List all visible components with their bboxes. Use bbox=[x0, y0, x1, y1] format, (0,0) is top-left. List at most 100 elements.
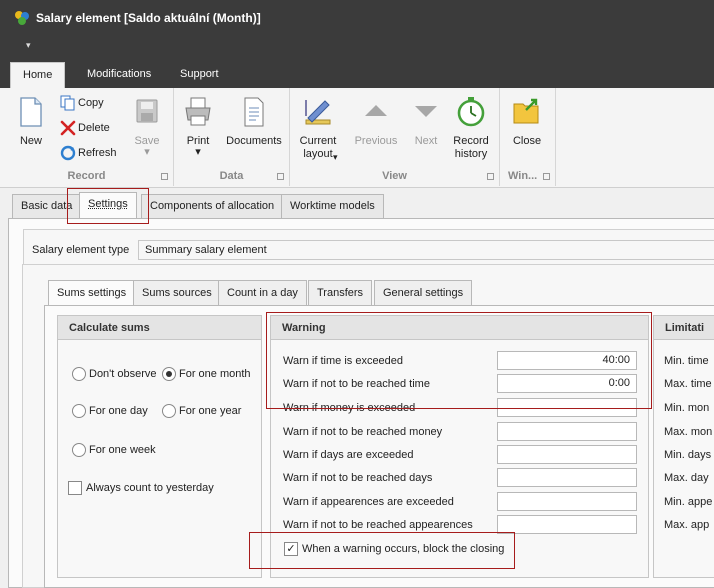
tab-transfers[interactable]: Transfers bbox=[308, 280, 373, 306]
ribbon-tab-modifications[interactable]: Modifications bbox=[75, 62, 163, 88]
window-title: Salary element [Saldo aktuální (Month)] bbox=[36, 11, 261, 25]
ribbon-group-data: Print ▾ Documents Data bbox=[174, 88, 290, 186]
radio-for-one-month[interactable]: For one month bbox=[162, 366, 251, 382]
folder-exit-icon bbox=[513, 98, 539, 124]
printer-icon bbox=[185, 97, 211, 126]
quick-access-dropdown-icon[interactable]: ▾ bbox=[26, 40, 31, 51]
record-group-launcher-icon[interactable] bbox=[161, 173, 168, 180]
ribbon-tab-bar: Home Modifications Support bbox=[0, 56, 714, 88]
ribbon-group-window: Close Win... bbox=[500, 88, 556, 186]
limit-label: Max. day bbox=[664, 472, 709, 484]
radio-circle-icon bbox=[162, 404, 176, 419]
warn-money-exceeded-input[interactable] bbox=[497, 398, 637, 417]
limit-label: Min. mon bbox=[664, 402, 710, 414]
delete-button[interactable]: Delete bbox=[60, 119, 110, 137]
tab-count-in-a-day[interactable]: Count in a day bbox=[218, 280, 307, 306]
title-bar: Salary element [Saldo aktuální (Month)] bbox=[0, 0, 714, 34]
save-button[interactable]: Save ▾ bbox=[128, 92, 166, 159]
checkmark-icon: ✓ bbox=[284, 542, 298, 557]
save-disk-icon bbox=[136, 99, 158, 123]
copy-button[interactable]: Copy bbox=[60, 94, 104, 112]
main-tab-bar: Basic data Settings Components of alloca… bbox=[0, 192, 714, 218]
ribbon-group-view: Current layout ▾ Previous Next Record hi… bbox=[290, 88, 500, 186]
current-layout-dropdown-icon: ▾ bbox=[333, 152, 338, 162]
view-group-launcher-icon[interactable] bbox=[487, 173, 494, 180]
warn-label: Warn if days are exceeded bbox=[283, 449, 414, 461]
arrow-up-icon bbox=[365, 105, 387, 116]
limit-label: Min. days bbox=[664, 449, 712, 461]
radio-selected-icon bbox=[162, 367, 176, 382]
radio-circle-icon bbox=[72, 443, 86, 458]
current-layout-button[interactable]: Current layout ▾ bbox=[294, 92, 342, 162]
warn-days-not-reached-input[interactable] bbox=[497, 468, 637, 487]
limit-label: Min. appe bbox=[664, 496, 713, 508]
limit-label: Max. time bbox=[664, 378, 712, 390]
refresh-icon bbox=[60, 145, 76, 161]
warn-label: Warn if not to be reached appearences bbox=[283, 519, 473, 531]
radio-for-one-day[interactable]: For one day bbox=[72, 403, 148, 419]
tab-general-settings[interactable]: General settings bbox=[374, 280, 473, 306]
warn-money-not-reached-input[interactable] bbox=[497, 422, 637, 441]
calculate-sums-title: Calculate sums bbox=[58, 316, 261, 340]
copy-icon bbox=[60, 95, 75, 111]
warn-label: Warn if appearences are exceeded bbox=[283, 496, 454, 508]
quick-access-toolbar: ▾ bbox=[0, 34, 714, 56]
radio-for-one-year[interactable]: For one year bbox=[162, 403, 241, 419]
app-logo-icon bbox=[15, 11, 29, 25]
previous-button[interactable]: Previous bbox=[350, 92, 402, 148]
limit-label: Max. mon bbox=[664, 426, 713, 438]
print-dropdown-icon: ▾ bbox=[195, 146, 201, 158]
tab-sums-sources[interactable]: Sums sources bbox=[133, 280, 221, 306]
checkbox-empty-icon bbox=[68, 481, 82, 496]
window-group-launcher-icon[interactable] bbox=[543, 173, 550, 180]
data-group-label: Data bbox=[219, 170, 244, 182]
limit-label: Min. time bbox=[664, 355, 709, 367]
tab-settings[interactable]: Settings bbox=[79, 192, 137, 218]
radio-for-one-week[interactable]: For one week bbox=[72, 442, 156, 458]
warn-time-not-reached-input[interactable]: 0:00 bbox=[497, 374, 637, 393]
record-history-button[interactable]: Record history bbox=[448, 92, 494, 161]
ribbon-tab-home[interactable]: Home bbox=[10, 62, 66, 88]
always-count-to-yesterday-checkbox[interactable]: Always count to yesterday bbox=[68, 480, 214, 496]
data-group-launcher-icon[interactable] bbox=[277, 173, 284, 180]
ribbon-group-record: New Copy Delete Refresh Save ▾ Record bbox=[0, 88, 174, 186]
close-button[interactable]: Close bbox=[506, 92, 548, 148]
new-button[interactable]: New bbox=[10, 92, 52, 148]
warn-time-exceeded-input[interactable]: 40:00 bbox=[497, 351, 637, 370]
warn-appearences-exceeded-input[interactable] bbox=[497, 492, 637, 511]
limitation-title: Limitati bbox=[654, 316, 714, 340]
record-group-label: Record bbox=[67, 170, 106, 182]
radio-dont-observe[interactable]: Don't observe bbox=[72, 366, 157, 382]
warning-title: Warning bbox=[271, 316, 648, 340]
documents-icon bbox=[244, 97, 264, 127]
next-button[interactable]: Next bbox=[406, 92, 446, 148]
radio-circle-icon bbox=[72, 404, 86, 419]
tab-worktime-models[interactable]: Worktime models bbox=[281, 194, 384, 218]
radio-circle-icon bbox=[72, 367, 86, 382]
print-button[interactable]: Print ▾ bbox=[180, 92, 216, 159]
ribbon: New Copy Delete Refresh Save ▾ Record Pr… bbox=[0, 88, 714, 188]
warn-label: Warn if not to be reached time bbox=[283, 378, 430, 390]
warn-label: Warn if not to be reached days bbox=[283, 472, 433, 484]
delete-x-icon bbox=[60, 120, 76, 136]
arrow-down-icon bbox=[415, 106, 437, 117]
salary-element-type-field[interactable]: Summary salary element bbox=[138, 240, 714, 260]
warn-days-exceeded-input[interactable] bbox=[497, 445, 637, 464]
warn-label: Warn if not to be reached money bbox=[283, 426, 443, 438]
salary-element-type-label: Salary element type bbox=[32, 244, 130, 256]
tab-basic-data[interactable]: Basic data bbox=[12, 194, 82, 218]
warn-appearences-not-reached-input[interactable] bbox=[497, 515, 637, 534]
tab-sums-settings[interactable]: Sums settings bbox=[48, 280, 136, 306]
view-group-label: View bbox=[382, 170, 407, 182]
layout-ruler-icon bbox=[305, 100, 331, 125]
warn-label: Warn if money is exceeded bbox=[283, 402, 416, 414]
new-document-icon bbox=[20, 97, 42, 127]
tab-components-of-allocation[interactable]: Components of allocation bbox=[141, 194, 284, 218]
warn-label: Warn if time is exceeded bbox=[283, 355, 404, 367]
block-closing-checkbox[interactable]: ✓ When a warning occurs, block the closin… bbox=[284, 541, 504, 557]
sub-tab-bar: Sums settings Sums sources Count in a da… bbox=[0, 280, 714, 306]
refresh-button[interactable]: Refresh bbox=[60, 144, 117, 162]
ribbon-tab-support[interactable]: Support bbox=[168, 62, 231, 88]
stopwatch-icon bbox=[457, 97, 485, 127]
documents-button[interactable]: Documents bbox=[224, 92, 284, 148]
